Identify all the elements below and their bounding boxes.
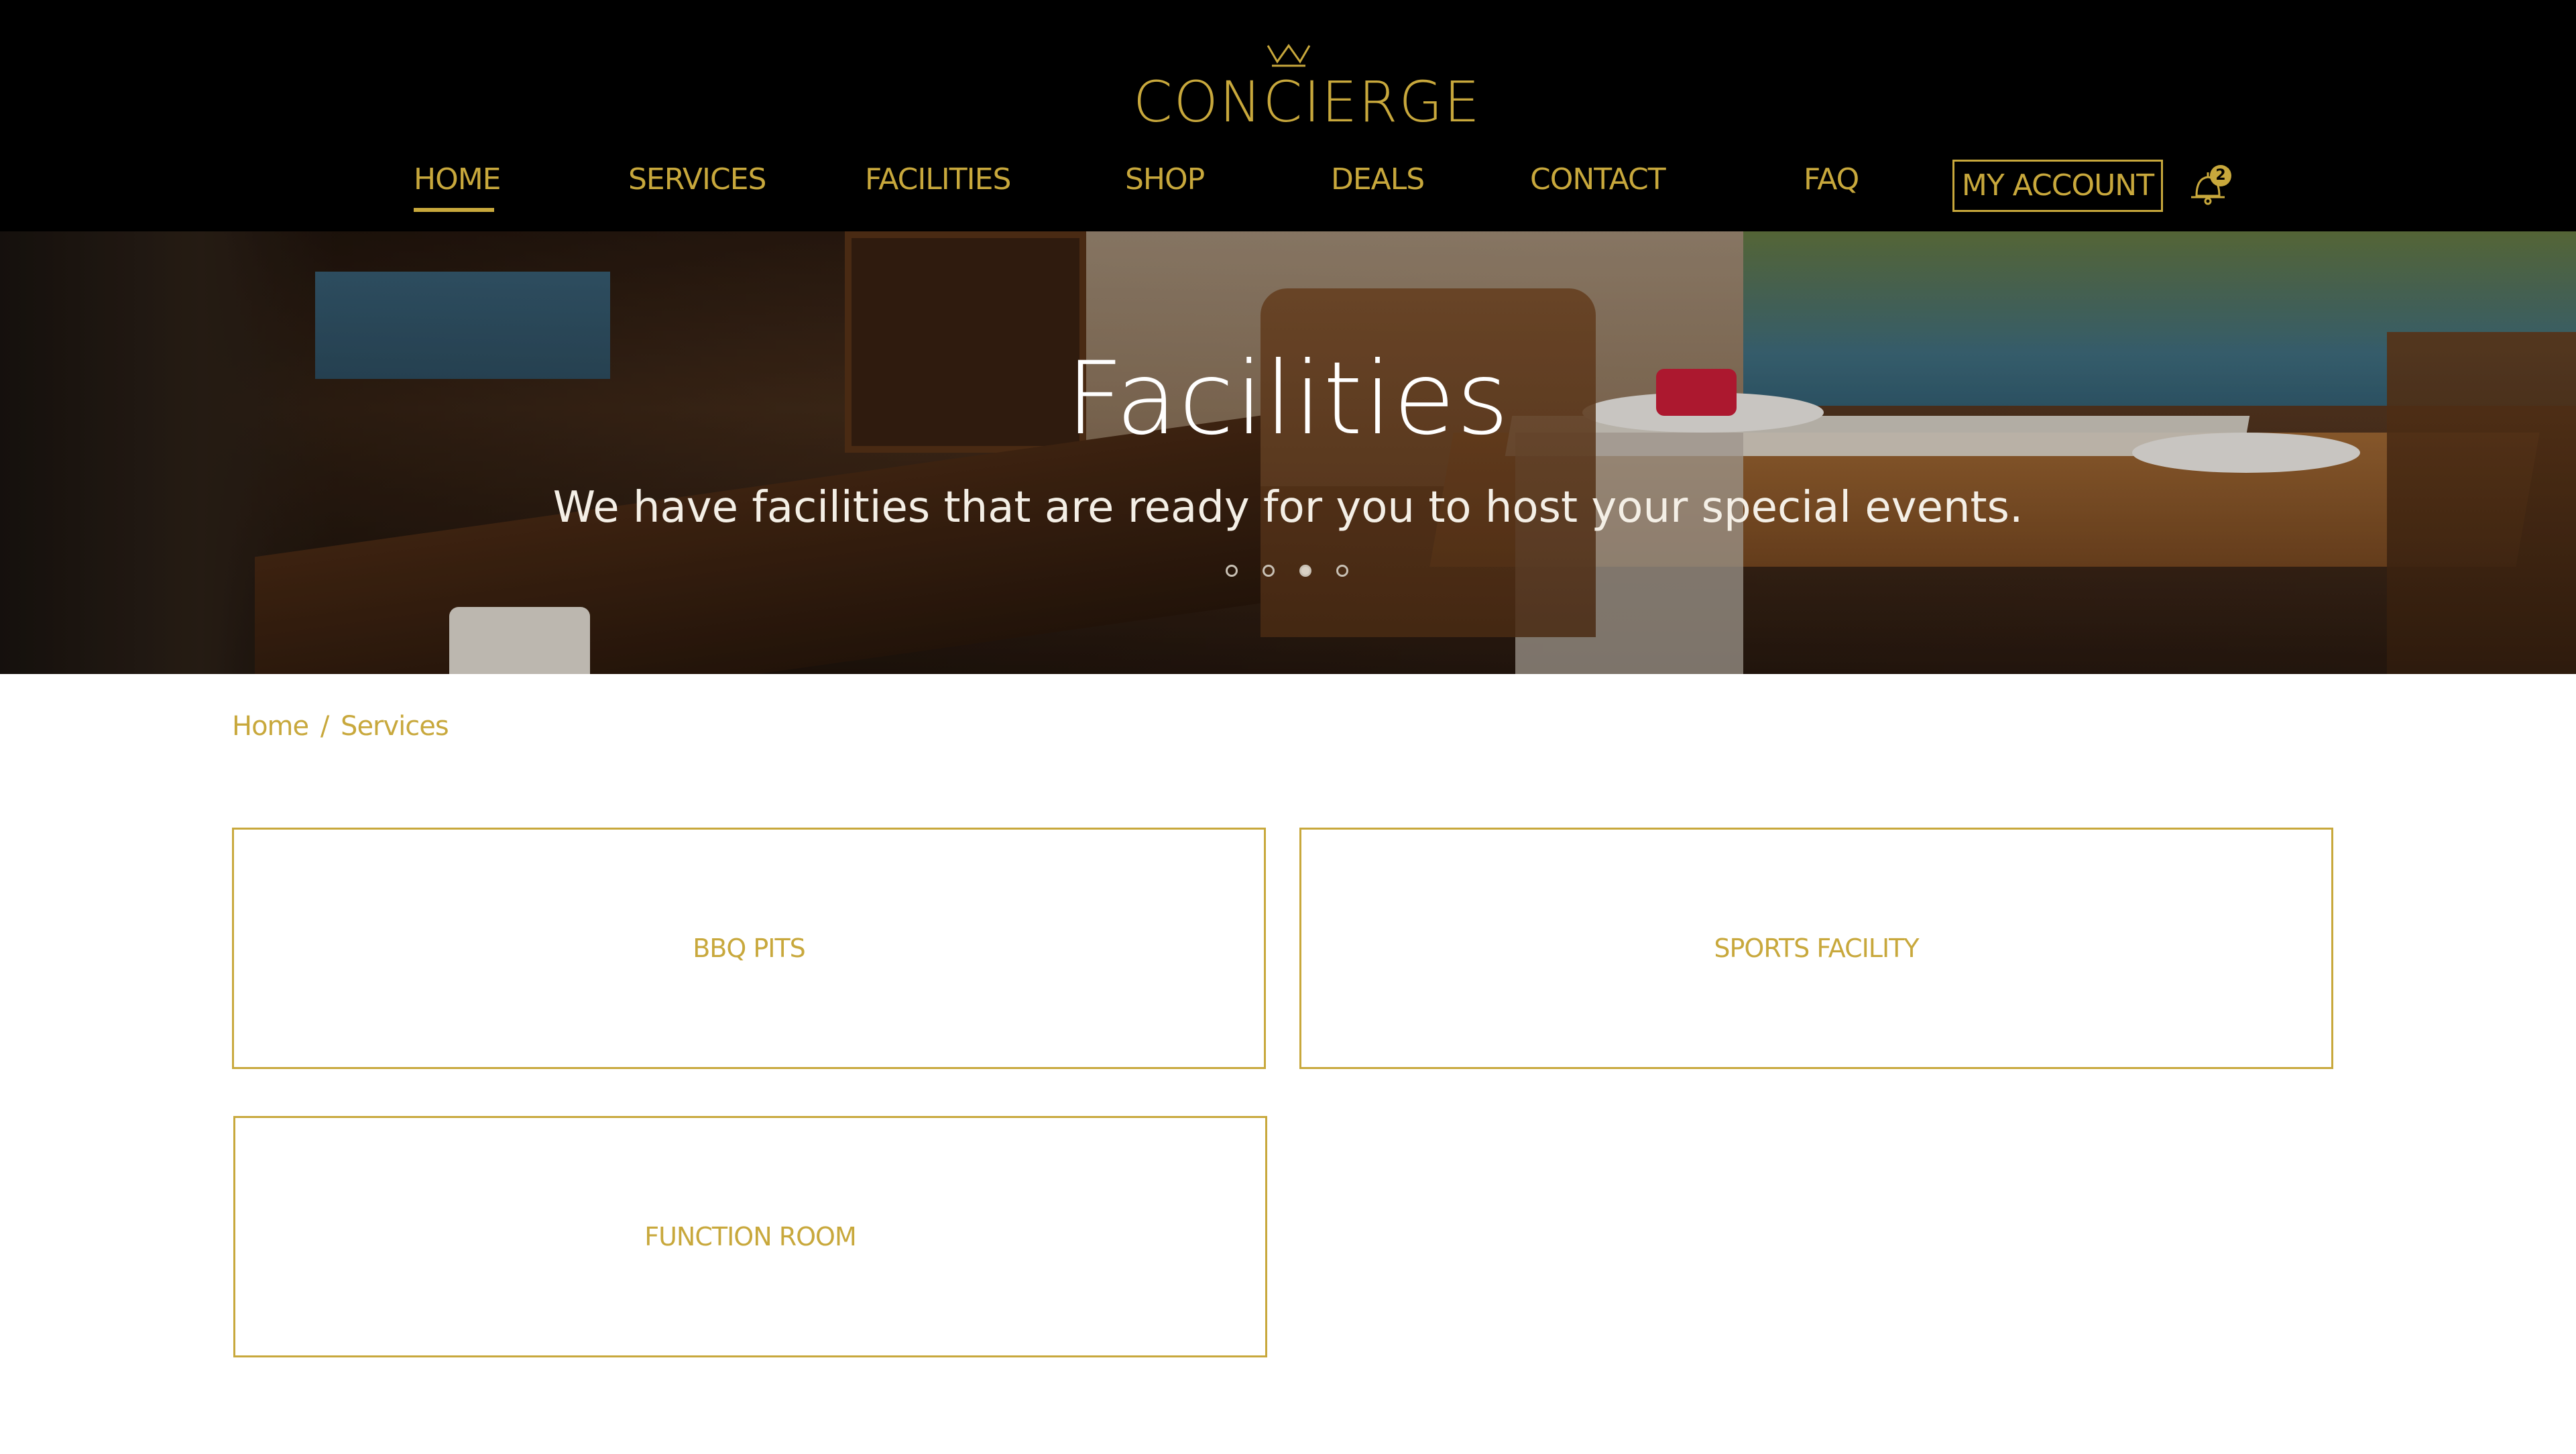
- carousel-dot-4[interactable]: [1336, 565, 1348, 577]
- breadcrumb-separator: /: [320, 711, 330, 742]
- facility-card-label: FUNCTION ROOM: [644, 1222, 856, 1251]
- nav-faq[interactable]: FAQ: [1804, 165, 1859, 194]
- nav-home[interactable]: HOME: [414, 165, 501, 194]
- hero-subtitle: We have facilities that are ready for yo…: [552, 483, 2024, 533]
- hero-title: Facilities: [1065, 341, 1511, 457]
- nav-deals[interactable]: DEALS: [1331, 165, 1425, 194]
- carousel-dot-2[interactable]: [1263, 565, 1275, 577]
- facility-card-function-room[interactable]: FUNCTION ROOM: [233, 1116, 1267, 1357]
- carousel-indicators: [1226, 565, 1353, 582]
- nav-contact[interactable]: CONTACT: [1530, 165, 1666, 194]
- nav-services[interactable]: SERVICES: [628, 165, 766, 194]
- facility-card-label: BBQ PITS: [693, 934, 806, 963]
- carousel-dot-3[interactable]: [1299, 565, 1311, 577]
- nav-active-indicator: [414, 208, 494, 212]
- crown-icon: [1267, 44, 1311, 67]
- breadcrumb-home[interactable]: Home: [232, 711, 309, 742]
- nav-shop[interactable]: SHOP: [1125, 165, 1205, 194]
- facility-card-bbq-pits[interactable]: BBQ PITS: [232, 828, 1266, 1069]
- breadcrumb: Home / Services: [232, 711, 449, 742]
- site-header: CONCIERGE HOME SERVICES FACILITIES SHOP …: [0, 0, 2576, 231]
- notification-badge: 2: [2210, 165, 2231, 186]
- brand-logo-text[interactable]: CONCIERGE: [1133, 74, 1480, 130]
- facility-card-label: SPORTS FACILITY: [1714, 934, 1919, 963]
- breadcrumb-current: Services: [341, 711, 449, 742]
- nav-facilities[interactable]: FACILITIES: [865, 165, 1011, 194]
- my-account-button[interactable]: MY ACCOUNT: [1952, 160, 2163, 212]
- carousel-dot-1[interactable]: [1226, 565, 1238, 577]
- hero-banner: Facilities We have facilities that are r…: [0, 231, 2576, 674]
- facility-card-sports-facility[interactable]: SPORTS FACILITY: [1299, 828, 2333, 1069]
